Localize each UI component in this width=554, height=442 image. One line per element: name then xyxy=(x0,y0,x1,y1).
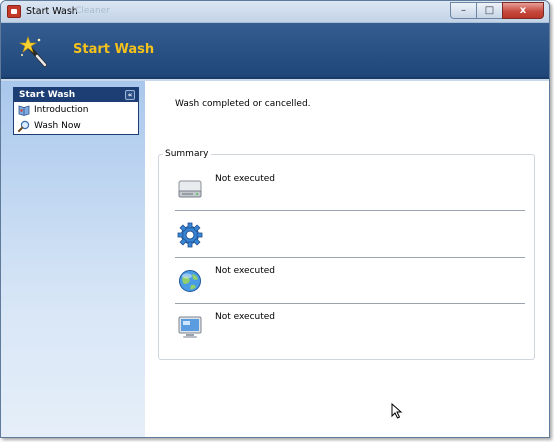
summary-label: Summary xyxy=(163,149,211,159)
sidebar-item-introduction[interactable]: Introduction xyxy=(14,102,138,118)
globe-icon xyxy=(179,270,201,292)
status-text: Wash completed or cancelled. xyxy=(175,99,311,109)
sidebar-item-wash-now[interactable]: Wash Now xyxy=(14,118,138,134)
sidebar-item-label: Introduction xyxy=(34,105,89,115)
app-window: Start Wash - Cleaner – □ x Start Wash St… xyxy=(0,0,550,438)
mouse-cursor-icon xyxy=(391,403,403,419)
app-icon[interactable] xyxy=(7,5,21,18)
summary-groupbox: Summary Not executed Not executed Not ex… xyxy=(158,149,535,360)
magic-wand-icon xyxy=(19,36,47,67)
title-bar[interactable]: Start Wash - Cleaner – □ x xyxy=(1,1,549,23)
window-title-ghost: - Cleaner xyxy=(69,6,110,16)
close-button[interactable]: x xyxy=(502,2,544,19)
sidebar-group-title: Start Wash xyxy=(19,90,76,100)
minimize-icon: – xyxy=(461,5,466,16)
header-banner: Start Wash xyxy=(1,23,549,79)
summary-row-status: Not executed xyxy=(215,174,276,184)
summary-row-internet: Not executed xyxy=(177,264,524,308)
banner-title: Start Wash xyxy=(73,42,155,57)
gear-icon xyxy=(177,222,203,248)
sidebar: Start Wash « Introduction Wash Now xyxy=(1,81,145,437)
summary-row-status: Not executed xyxy=(215,266,276,276)
sidebar-group-header[interactable]: Start Wash « xyxy=(14,88,138,102)
summary-divider xyxy=(175,303,525,304)
caption-buttons: – □ x xyxy=(450,2,544,19)
summary-divider xyxy=(175,257,525,258)
maximize-icon: □ xyxy=(484,5,495,16)
maximize-button[interactable]: □ xyxy=(476,2,502,19)
sidebar-group: Start Wash « Introduction Wash Now xyxy=(13,87,139,135)
sidebar-item-label: Wash Now xyxy=(34,121,81,131)
collapse-icon[interactable]: « xyxy=(125,90,135,100)
magnifier-icon xyxy=(18,120,30,132)
hard-drive-icon xyxy=(178,180,202,198)
close-icon: x xyxy=(519,5,527,16)
minimize-button[interactable]: – xyxy=(450,2,476,19)
book-icon xyxy=(18,105,30,116)
summary-divider xyxy=(175,210,525,211)
summary-row-settings xyxy=(177,218,524,262)
summary-row-status: Not executed xyxy=(215,312,276,322)
summary-row-system: Not executed xyxy=(177,310,524,354)
monitor-icon xyxy=(178,316,202,338)
main-content: Wash completed or cancelled. Summary Not… xyxy=(145,81,549,437)
